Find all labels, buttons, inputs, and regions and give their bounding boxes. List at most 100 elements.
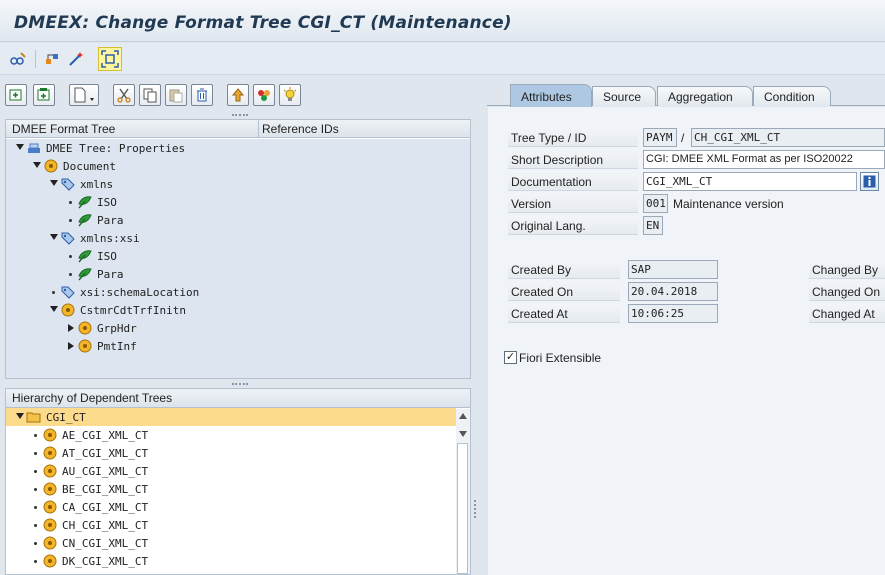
tree-node[interactable]: xmlns [6,175,470,193]
page-title: DMEEX: Change Format Tree CGI_CT (Mainte… [14,13,512,33]
expand-toggle-icon[interactable] [33,162,41,168]
leaf-bullet [34,560,37,563]
scroll-down-icon[interactable] [459,431,467,437]
tree-node[interactable]: ISO [6,247,470,265]
tab-condition[interactable]: Condition [753,86,831,106]
column-header-reference-ids[interactable]: Reference IDs [262,122,339,136]
tab-attributes[interactable]: Attributes [510,84,592,107]
dependent-tree-item[interactable]: BE_CGI_XML_CT [6,480,456,498]
right-panel: Attributes Source Aggregation Condition … [487,80,885,575]
scrollbar-thumb[interactable] [457,443,468,574]
move-up-icon[interactable] [227,84,249,106]
collapse-toggle-icon[interactable] [68,342,74,350]
tree-node-label: ISO [97,250,117,263]
insert-subnode-icon[interactable] [33,84,55,106]
dependent-tree-label: DK_CGI_XML_CT [62,555,149,568]
format-tree-body: DMEE Tree: Properties Document xmlns ISO Par… [6,139,470,378]
short-description-field[interactable]: CGI: DMEE XML Format as per ISO20022 [643,150,885,169]
tab-source[interactable]: Source [592,86,656,106]
dependent-tree-item[interactable]: DK_CGI_XML_CT [6,552,456,570]
tree-node[interactable]: Para [6,211,470,229]
expand-toggle-icon[interactable] [16,144,24,150]
node-icon [42,499,58,515]
resize-grip[interactable] [225,381,255,387]
info-icon[interactable] [860,172,879,191]
check-icon[interactable] [253,84,275,106]
fullscreen-icon[interactable] [98,47,122,71]
glasses-pencil-icon[interactable] [6,47,30,71]
expand-toggle-icon[interactable] [50,180,58,186]
vertical-scrollbar[interactable] [456,409,470,574]
new-document-icon[interactable] [69,84,99,106]
fiori-extensible-checkbox[interactable]: ✓ [504,351,517,364]
scroll-up-icon[interactable] [459,413,467,419]
column-divider[interactable] [258,120,259,138]
expand-toggle-icon[interactable] [16,413,24,419]
tree-node[interactable]: CstmrCdtTrfInitn [6,301,470,319]
node-icon [60,302,76,318]
changed-on-label: Changed On [809,282,885,301]
dependent-tree-item[interactable]: AE_CGI_XML_CT [6,426,456,444]
column-header-format-tree[interactable]: DMEE Format Tree [12,122,115,136]
tree-node[interactable]: GrpHdr [6,319,470,337]
dependent-tree-label: CA_CGI_XML_CT [62,501,149,514]
leaf-bullet [34,542,37,545]
original-language-label: Original Lang. [508,216,638,235]
leaf-icon [77,194,93,210]
dependent-tree-label: AU_CGI_XML_CT [62,465,149,478]
paste-icon[interactable] [165,84,187,106]
expand-toggle-icon[interactable] [50,234,58,240]
tree-node[interactable]: DMEE Tree: Properties [6,139,470,157]
collapse-toggle-icon[interactable] [68,324,74,332]
lightbulb-icon[interactable] [279,84,301,106]
magic-wand-icon[interactable] [64,47,88,71]
dependent-trees-panel: Hierarchy of Dependent Trees CGI_CT AE_CG… [5,388,471,575]
tree-node-label: Para [97,268,124,281]
expand-toggle-icon[interactable] [50,306,58,312]
version-field: 001 [643,194,668,213]
tree-node[interactable]: Document [6,157,470,175]
dependent-tree-root[interactable]: CGI_CT [6,408,456,426]
tree-type-separator: / [681,131,685,145]
cut-icon[interactable] [113,84,135,106]
tree-node[interactable]: xmlns:xsi [6,229,470,247]
dependent-tree-item[interactable]: CN_CGI_XML_CT [6,534,456,552]
tree-icon [26,140,42,156]
tree-node[interactable]: Para [6,265,470,283]
resize-grip[interactable] [225,112,255,118]
tag-icon [60,284,76,300]
tree-type-field: PAYM [643,128,677,147]
dependent-tree-label: AE_CGI_XML_CT [62,429,149,442]
dependent-tree-label: BE_CGI_XML_CT [62,483,149,496]
created-on-label: Created On [508,282,620,301]
copy-icon[interactable] [139,84,161,106]
leaf-bullet [34,524,37,527]
version-label: Version [508,194,638,213]
hierarchy-icon[interactable] [40,47,64,71]
delete-icon[interactable] [191,84,213,106]
version-text: Maintenance version [673,197,784,211]
tree-node[interactable]: ISO [6,193,470,211]
changed-at-label: Changed At [809,304,885,323]
tree-node[interactable]: xsi:schemaLocation [6,283,470,301]
format-tree: DMEE Format Tree Reference IDs DMEE Tree… [5,119,471,379]
tree-node[interactable]: PmtInf [6,337,470,355]
attributes-content: Tree Type / ID PAYM / CH_CGI_XML_CT Shor… [488,107,885,575]
vertical-splitter[interactable] [472,80,480,575]
dependent-tree-item[interactable]: CA_CGI_XML_CT [6,498,456,516]
format-tree-header: DMEE Format Tree Reference IDs [6,120,470,138]
documentation-field[interactable]: CGI_XML_CT [643,172,857,191]
short-description-label: Short Description [508,150,638,169]
node-icon [42,427,58,443]
insert-node-icon[interactable] [5,84,27,106]
dependent-tree-item[interactable]: CH_CGI_XML_CT [6,516,456,534]
node-icon [42,517,58,533]
splitter-grip[interactable] [474,500,476,518]
dependent-tree-item[interactable]: AT_CGI_XML_CT [6,444,456,462]
node-icon [42,445,58,461]
dependent-tree-item[interactable]: AU_CGI_XML_CT [6,462,456,480]
tree-node-label: Document [63,160,116,173]
dependent-tree-root-label: CGI_CT [46,411,86,424]
left-panel: DMEE Format Tree Reference IDs DMEE Tree… [0,80,478,575]
tab-aggregation[interactable]: Aggregation [657,86,753,106]
